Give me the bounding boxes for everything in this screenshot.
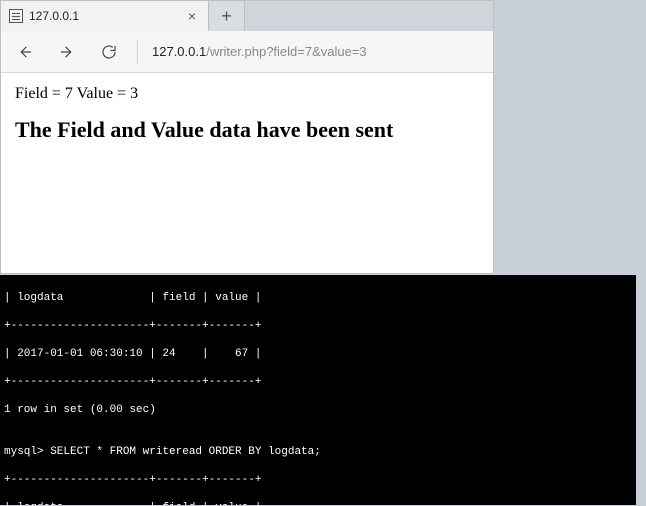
toolbar-separator [137, 40, 138, 64]
forward-button[interactable] [49, 34, 85, 70]
page-content: Field = 7 Value = 3 The Field and Value … [1, 73, 493, 273]
arrow-right-icon [58, 43, 76, 61]
terminal-line: +---------------------+-------+-------+ [4, 319, 632, 333]
refresh-icon [100, 43, 118, 61]
arrow-left-icon [16, 43, 34, 61]
terminal-line: +---------------------+-------+-------+ [4, 375, 632, 389]
terminal-line: | logdata | field | value | [4, 291, 632, 305]
toolbar: 127.0.0.1/writer.php?field=7&value=3 [1, 31, 493, 73]
page-icon [9, 9, 23, 23]
tab-bar: 127.0.0.1 × + [1, 1, 493, 31]
terminal-line: | logdata | field | value | [4, 501, 632, 505]
status-line: Field = 7 Value = 3 [15, 85, 479, 103]
url-host: 127.0.0.1 [152, 44, 206, 59]
back-button[interactable] [7, 34, 43, 70]
browser-window: 127.0.0.1 × + 127.0.0.1/writer.php?field… [0, 0, 494, 274]
confirmation-heading: The Field and Value data have been sent [15, 117, 479, 143]
terminal-line: | 2017-01-01 06:30:10 | 24 | 67 | [4, 347, 632, 361]
plus-icon: + [221, 6, 232, 27]
tab-active[interactable]: 127.0.0.1 × [1, 1, 209, 31]
tab-close-button[interactable]: × [184, 9, 200, 23]
terminal-line: mysql> SELECT * FROM writeread ORDER BY … [4, 445, 632, 459]
terminal-window[interactable]: | logdata | field | value | +-----------… [0, 275, 636, 505]
tab-title: 127.0.0.1 [29, 9, 178, 23]
terminal-line: +---------------------+-------+-------+ [4, 473, 632, 487]
url-path: /writer.php?field=7&value=3 [206, 44, 366, 59]
terminal-line: 1 row in set (0.00 sec) [4, 403, 632, 417]
new-tab-button[interactable]: + [209, 1, 245, 31]
address-bar[interactable]: 127.0.0.1/writer.php?field=7&value=3 [148, 34, 487, 70]
refresh-button[interactable] [91, 34, 127, 70]
